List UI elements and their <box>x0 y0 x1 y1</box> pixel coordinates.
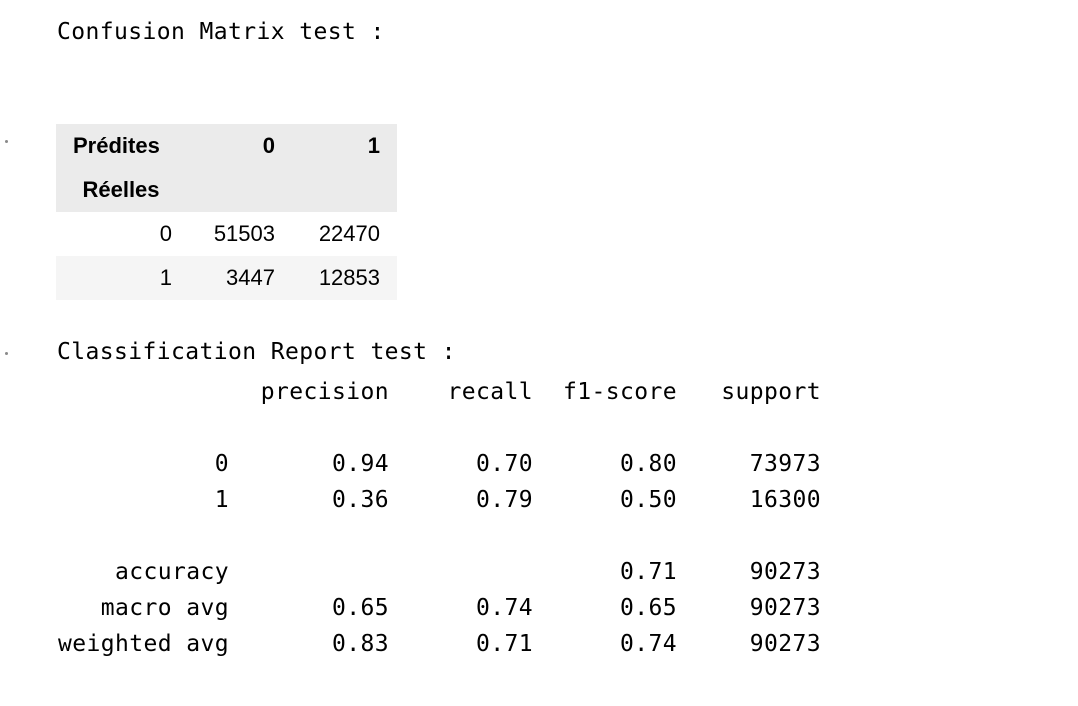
column-header-1: 1 <box>367 133 380 158</box>
report-row: 1 0.36 0.79 0.50 16300 <box>57 482 821 518</box>
row-index: 1 <box>159 265 172 290</box>
row-f1-score: 0.71 <box>620 559 677 585</box>
table-header-row: Prédites 0 1 <box>56 124 397 168</box>
row-recall: 0.70 <box>476 451 533 477</box>
index-name-row: Réelles <box>56 168 397 212</box>
row-precision: 0.94 <box>332 451 389 477</box>
output-bullet-icon <box>5 140 8 143</box>
row-label: accuracy <box>115 559 229 585</box>
classification-report-title: Classification Report test : <box>57 339 456 365</box>
row-label: macro avg <box>100 595 229 621</box>
row-f1-score: 0.50 <box>620 487 677 513</box>
row-precision: 0.83 <box>332 631 389 657</box>
table-cell: 12853 <box>318 265 380 290</box>
row-support: 90273 <box>749 631 821 657</box>
confusion-matrix-table: Prédites 0 1 Réelles 0 51503 22470 1 344… <box>56 124 397 300</box>
row-precision: 0.65 <box>332 595 389 621</box>
index-name-label: Réelles <box>82 177 160 202</box>
row-f1-score: 0.80 <box>620 451 677 477</box>
table-cell: 3447 <box>226 265 275 290</box>
confusion-matrix-title: Confusion Matrix test : <box>57 19 385 45</box>
row-recall: 0.74 <box>476 595 533 621</box>
row-support: 90273 <box>749 595 821 621</box>
report-row: macro avg 0.65 0.74 0.65 90273 <box>57 590 821 626</box>
report-row: weighted avg 0.83 0.71 0.74 90273 <box>57 626 821 662</box>
report-header-row: precision recall f1-score support <box>57 374 821 410</box>
table-cell: 51503 <box>213 221 275 246</box>
row-recall: 0.71 <box>476 631 533 657</box>
output-bullet-icon <box>5 352 8 355</box>
columns-name-label: Prédites <box>73 133 160 158</box>
row-precision: 0.36 <box>332 487 389 513</box>
row-f1-score: 0.74 <box>620 631 677 657</box>
table-cell: 22470 <box>318 221 380 246</box>
row-label: 0 <box>214 451 229 477</box>
header-recall: recall <box>447 379 533 405</box>
row-recall: 0.79 <box>476 487 533 513</box>
header-f1-score: f1-score <box>563 379 677 405</box>
row-support: 16300 <box>749 487 821 513</box>
header-support: support <box>721 379 821 405</box>
header-precision: precision <box>260 379 389 405</box>
report-row: accuracy 0.71 90273 <box>57 554 821 590</box>
table-row: 1 3447 12853 <box>56 256 397 300</box>
classification-report: precision recall f1-score support 0 0.94… <box>57 374 821 662</box>
row-support: 90273 <box>749 559 821 585</box>
table-row: 0 51503 22470 <box>56 212 397 256</box>
row-support: 73973 <box>749 451 821 477</box>
column-header-0: 0 <box>262 133 275 158</box>
row-index: 0 <box>159 221 172 246</box>
row-label: 1 <box>214 487 229 513</box>
row-label: weighted avg <box>58 631 229 657</box>
row-f1-score: 0.65 <box>620 595 677 621</box>
report-row: 0 0.94 0.70 0.80 73973 <box>57 446 821 482</box>
